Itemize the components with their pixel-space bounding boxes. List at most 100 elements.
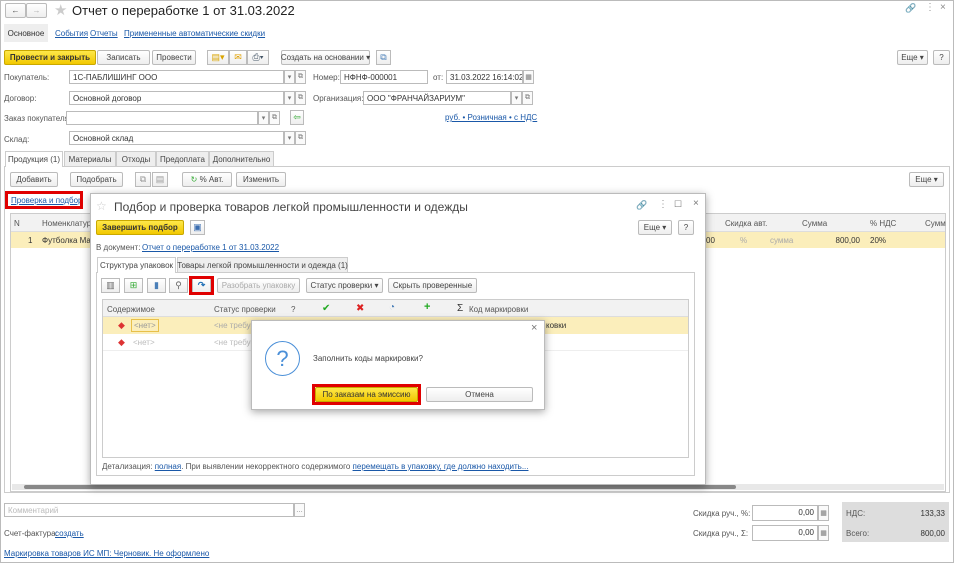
create-based-on-button[interactable]: Создать на основании ▾ — [281, 50, 370, 65]
calculator-icon[interactable]: ▦ — [818, 505, 829, 521]
col-sum-vat[interactable]: Сумм — [925, 219, 946, 228]
menu-dots-icon[interactable]: ⋮ — [658, 199, 668, 210]
col-marking-code[interactable]: Код маркировки — [469, 305, 528, 314]
modal-more-button[interactable]: Еще ▾ — [638, 220, 672, 235]
org-field[interactable]: ООО "ФРАНЧАЙЗАРИУМ" — [363, 91, 511, 105]
tab-reports[interactable]: Отчеты — [90, 29, 118, 38]
move-link[interactable]: перемещать в упаковку, где должно находи… — [353, 462, 529, 471]
warehouse-field[interactable]: Основной склад — [69, 131, 284, 145]
manual-discount-pct-field[interactable]: 0,00 — [752, 505, 818, 521]
more-label: Еще — [901, 53, 918, 62]
fill-from-order-icon[interactable]: ⇦ — [290, 110, 304, 125]
tab-products[interactable]: Продукция (1) — [5, 151, 63, 167]
post-button[interactable]: Провести — [152, 50, 196, 65]
number-field[interactable]: НФНФ-000001 — [340, 70, 428, 84]
row-qty: 00 — [706, 236, 715, 245]
auto-percent-button[interactable]: ↻ % Авт. — [182, 172, 232, 187]
dropdown-icon[interactable]: ▾ — [511, 91, 522, 105]
col-status[interactable]: Статус проверки — [214, 305, 276, 314]
favorite-star-icon[interactable]: ☆ — [96, 199, 107, 213]
save-button[interactable]: Записать — [97, 50, 150, 65]
scrollbar-thumb[interactable] — [24, 485, 736, 489]
marking-status-link[interactable]: Маркировка товаров ИС МП: Черновик. Не о… — [4, 549, 209, 558]
cancel-button[interactable]: Отмена — [426, 387, 533, 402]
post-and-close-button[interactable]: Провести и закрыть — [4, 50, 96, 65]
buyer-label: Покупатель: — [4, 73, 50, 82]
open-icon[interactable]: ⧉ — [295, 91, 306, 105]
more-button[interactable]: Еще ▾ — [897, 50, 928, 65]
document-link[interactable]: Отчет о переработке 1 от 31.03.2022 — [142, 243, 279, 252]
col-question[interactable]: ? — [291, 305, 295, 314]
scan-icon[interactable]: ▥ — [101, 278, 120, 293]
paste-icon[interactable]: ▤ — [152, 172, 168, 187]
number-label: Номер: — [313, 73, 340, 82]
email-icon[interactable]: ✉ — [229, 50, 247, 65]
open-icon[interactable]: ⧉ — [269, 111, 280, 125]
open-icon[interactable]: ⧉ — [295, 131, 306, 145]
calculator-icon[interactable]: ▦ — [818, 525, 829, 541]
order-field[interactable] — [66, 111, 258, 125]
search-barcode-icon[interactable]: ⚲ — [169, 278, 188, 293]
finish-pick-button[interactable]: Завершить подбор — [96, 220, 184, 235]
col-nomenclature[interactable]: Номенклатура — [42, 219, 96, 228]
buyer-field[interactable]: 1С-ПАБЛИШИНГ ООО — [69, 70, 284, 84]
detail-link[interactable]: полная — [155, 462, 181, 471]
more-label: Еще — [643, 223, 661, 232]
copy-icon[interactable]: ⧉ — [135, 172, 151, 187]
hide-checked-button[interactable]: Скрыть проверенные — [388, 278, 477, 293]
check-status-button[interactable]: Статус проверки ▾ — [306, 278, 383, 293]
tab-main[interactable]: Основное — [4, 24, 48, 42]
report-icon[interactable]: ▤▾ — [207, 50, 229, 65]
price-settings-link[interactable]: руб. • Розничная • с НДС — [445, 113, 537, 122]
favorite-star-icon[interactable]: ★ — [54, 1, 67, 19]
change-button[interactable]: Изменить — [236, 172, 286, 187]
date-field[interactable]: 31.03.2022 16:14:02 — [446, 70, 523, 84]
tab-events[interactable]: События — [55, 29, 88, 38]
print-icon[interactable]: ⎙▾ — [247, 50, 269, 65]
dialog-close-icon[interactable]: × — [531, 322, 537, 334]
tab-additional[interactable]: Дополнительно — [209, 151, 274, 166]
menu-dots-icon[interactable]: ⋮ — [925, 2, 935, 13]
pick-button[interactable]: Подобрать — [70, 172, 123, 187]
open-icon[interactable]: ⧉ — [295, 70, 306, 84]
dropdown-icon[interactable]: ▾ — [284, 131, 295, 145]
tab-materials[interactable]: Материалы — [64, 151, 116, 166]
maximize-icon[interactable]: ☐ — [674, 199, 682, 210]
close-icon[interactable]: × — [693, 198, 699, 209]
dropdown-icon[interactable]: ▾ — [284, 91, 295, 105]
question-icon: ? — [265, 341, 300, 376]
comment-field[interactable]: Комментарий — [4, 503, 294, 517]
add-button[interactable]: Добавить — [10, 172, 58, 187]
close-icon[interactable]: × — [940, 2, 946, 13]
open-icon[interactable]: ⧉ — [522, 91, 533, 105]
col-content[interactable]: Содержимое — [107, 305, 155, 314]
link-icon[interactable]: 🔗 — [636, 200, 647, 211]
manual-discount-sum-field[interactable]: 0,00 — [752, 525, 818, 541]
col-vat[interactable]: % НДС — [870, 219, 896, 228]
link-icon[interactable]: 🔗 — [905, 3, 916, 14]
vat-value: 133,33 — [920, 509, 945, 518]
tab-waste[interactable]: Отходы — [116, 151, 156, 166]
create-invoice-link[interactable]: создать — [55, 529, 84, 538]
table-more-button[interactable]: Еще ▾ — [909, 172, 944, 187]
col-sum[interactable]: Сумма — [802, 219, 827, 228]
dropdown-icon[interactable]: ▾ — [284, 70, 295, 84]
tsd-icon[interactable]: ▮ — [147, 278, 166, 293]
forward-button[interactable]: → — [26, 3, 47, 18]
contract-field[interactable]: Основной договор — [69, 91, 284, 105]
tab-goods[interactable]: Товары легкой промышленности и одежда (1… — [177, 257, 348, 272]
highlight-box — [5, 191, 83, 209]
help-button[interactable]: ? — [933, 50, 950, 65]
tab-package-structure[interactable]: Структура упаковок — [97, 257, 176, 273]
tab-auto-discounts[interactable]: Примененные автоматические скидки — [124, 29, 265, 38]
save-icon[interactable]: ▣ — [190, 220, 205, 235]
back-button[interactable]: ← — [5, 3, 26, 18]
modal-help-button[interactable]: ? — [678, 220, 694, 235]
col-auto-discount[interactable]: Скидка авт. — [725, 219, 767, 228]
structure-icon[interactable]: ⧉ — [376, 50, 391, 65]
add-package-icon[interactable]: ⊞ — [124, 278, 143, 293]
calendar-icon[interactable]: ▦ — [523, 70, 534, 84]
comment-expand-button[interactable]: … — [294, 503, 305, 517]
tab-prepayment[interactable]: Предоплата — [156, 151, 209, 166]
dropdown-icon[interactable]: ▾ — [258, 111, 269, 125]
